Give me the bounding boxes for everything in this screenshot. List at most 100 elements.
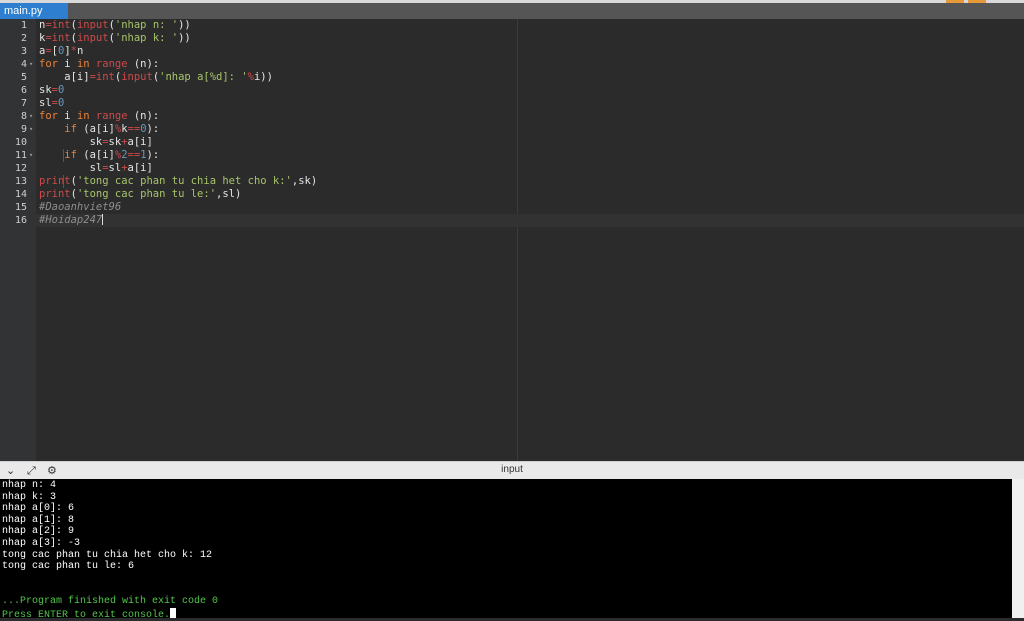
console-line: nhap a[0]: 6: [2, 503, 74, 515]
line-number: 5: [20, 72, 27, 83]
code-token: i: [57, 58, 77, 70]
code-token: print: [39, 188, 71, 200]
console-text: ...Program finished with exit code 0: [2, 596, 219, 607]
console-cursor: [170, 607, 177, 618]
console-line: nhap a[3]: -3: [2, 538, 80, 550]
fold-toggle-icon[interactable]: ▾: [29, 123, 33, 136]
code-token: ,sk): [291, 175, 318, 187]
code-line: sl=0: [39, 97, 64, 110]
code-token: sl: [108, 162, 122, 174]
code-line: print('tong cac phan tu le:',sl): [39, 188, 241, 201]
line-number: 16: [14, 215, 27, 226]
fold-toggle-icon[interactable]: ▾: [29, 110, 33, 123]
line-number: 12: [14, 163, 27, 174]
code-token: for: [39, 58, 58, 70]
line-number: 2: [20, 33, 27, 44]
line-number: 10: [14, 137, 27, 148]
code-line: sk=0: [39, 84, 64, 97]
code-token: 0: [57, 97, 65, 109]
code-token: input: [76, 32, 109, 44]
console-scrollbar[interactable]: [1012, 479, 1024, 618]
line-number: 13: [14, 176, 27, 187]
code-token: (a[i]: [76, 149, 115, 161]
code-line: if (a[i]%2==1):: [39, 149, 159, 162]
console-text: tong cac phan tu chia het cho k: 12: [2, 549, 213, 561]
code-token: sk: [39, 84, 52, 96]
code-token: range: [95, 110, 128, 122]
code-token: if: [64, 149, 77, 161]
console-line: tong cac phan tu le: 6: [2, 561, 134, 573]
code-token: 0: [57, 84, 65, 96]
console-text: nhap a[0]: 6: [2, 503, 75, 515]
code-token: for: [39, 110, 58, 122]
line-number: 8: [20, 111, 27, 122]
code-token: ==: [127, 123, 141, 135]
console-panel-header: ⌄ ⤢ ⚙ input: [0, 461, 1024, 479]
code-token: )): [178, 32, 191, 44]
code-line: print('tong cac phan tu chia het cho k:'…: [39, 175, 317, 188]
console-text: nhap k: 3: [2, 491, 57, 503]
line-number: 15: [14, 202, 27, 213]
code-line: #Daoanhviet96: [39, 201, 121, 214]
code-token: ,sl): [216, 188, 242, 200]
console-text: nhap n: 4: [2, 480, 57, 491]
code-token: 'tong cac phan tu chia het cho k:': [76, 175, 292, 187]
code-token: int: [51, 19, 71, 31]
code-token: a[i]: [127, 162, 153, 174]
console-line: Press ENTER to exit console.: [2, 607, 177, 621]
line-number: 9: [20, 124, 27, 135]
line-number: 6: [20, 85, 27, 96]
fold-toggle-icon[interactable]: ▾: [29, 149, 33, 162]
code-token: sl: [39, 162, 103, 174]
console-line: nhap a[2]: 9: [2, 526, 74, 538]
console-panel-title: input: [501, 464, 523, 475]
code-token: in: [76, 58, 90, 70]
code-token: sk: [39, 136, 103, 148]
console-line: tong cac phan tu chia het cho k: 12: [2, 550, 212, 562]
code-token: )): [178, 19, 191, 31]
code-line: a[i]=int(input('nhap a[%d]: '%i)): [39, 71, 273, 84]
code-token: i: [57, 110, 77, 122]
code-token: 'nhap k: ': [114, 32, 179, 44]
line-number: 4: [20, 59, 27, 70]
code-token: #Hoidap247: [39, 214, 103, 226]
console-text: nhap a[2]: 9: [2, 526, 75, 538]
code-token: a[i]: [127, 136, 153, 148]
console-text: tong cac phan tu le: 6: [2, 561, 135, 573]
code-token: int: [51, 32, 71, 44]
code-token: range: [95, 58, 128, 70]
code-token: if: [64, 123, 77, 135]
active-line-highlight: [36, 214, 1024, 227]
code-token: input: [76, 19, 109, 31]
code-line: sk=sk+a[i]: [39, 136, 153, 149]
code-line: if (a[i]%k==0):: [39, 123, 159, 136]
code-token: ):: [146, 123, 160, 135]
code-token: (n):: [127, 58, 160, 70]
code-token: i)): [253, 71, 273, 83]
code-line: for i in range (n):: [39, 58, 159, 71]
code-line: a=[0]*n: [39, 45, 83, 58]
console-text: nhap a[1]: 8: [2, 514, 75, 526]
code-line: k=int(input('nhap k: ')): [39, 32, 191, 45]
console-line: nhap k: 3: [2, 492, 56, 504]
tab-main-py[interactable]: main.py: [0, 3, 68, 19]
code-editor[interactable]: 1 2 3 4 5 6 7 8 9 10 11 12 13 14 15 16 ▾ ▾ ▾ ▾ n=int(input(…: [0, 19, 1024, 461]
code-line: #Hoidap247: [39, 214, 104, 227]
code-line: sl=sl+a[i]: [39, 162, 153, 175]
line-number: 14: [14, 189, 27, 200]
code-line: for i in range (n):: [39, 110, 159, 123]
line-number-gutter: 1 2 3 4 5 6 7 8 9 10 11 12 13 14 15 16 ▾ ▾ ▾ ▾: [0, 19, 36, 461]
tab-bar: main.py: [0, 3, 1024, 19]
code-token: 'tong cac phan tu le:': [76, 188, 217, 200]
console-output[interactable]: nhap n: 4 nhap k: 3 nhap a[0]: 6 nhap a[1]:…: [0, 479, 1012, 621]
code-token: (a[i]: [76, 123, 115, 135]
console-line: ...Program finished with exit code 0: [2, 596, 218, 608]
code-token: sk: [108, 136, 122, 148]
code-token: print: [39, 175, 71, 187]
code-token: int: [95, 71, 115, 83]
fold-toggle-icon[interactable]: ▾: [29, 58, 33, 71]
code-token: input: [121, 71, 153, 83]
console-line: nhap n: 4: [2, 480, 56, 492]
